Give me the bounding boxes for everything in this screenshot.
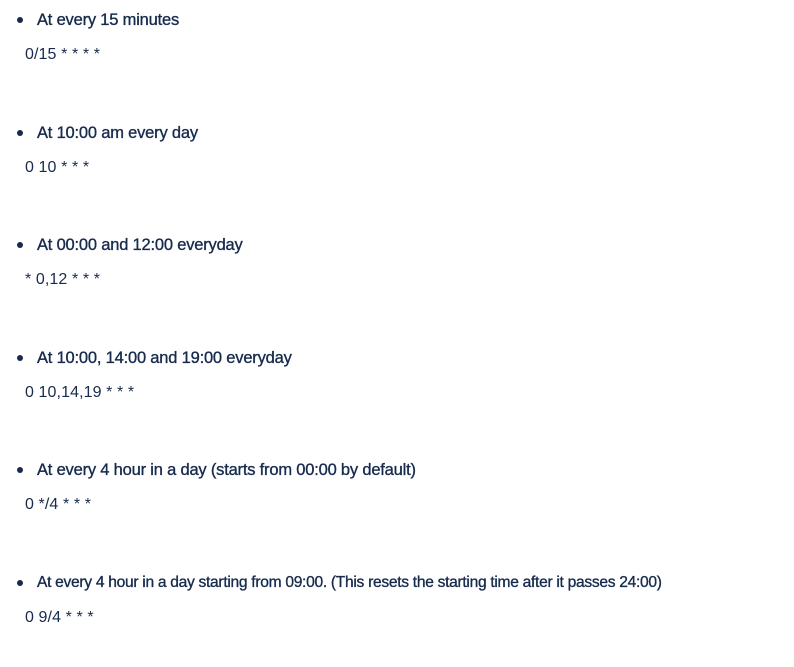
list-item: At 00:00 and 12:00 everyday * 0,12 * * * <box>0 233 794 288</box>
cron-expression: 0 9/4 * * * <box>25 609 94 626</box>
schedule-title: At every 4 hour in a day (starts from 00… <box>37 461 416 479</box>
list-item: At 10:00 am every day 0 10 * * * <box>0 121 794 176</box>
cron-expression: 0 */4 * * * <box>25 496 92 513</box>
cron-expression: 0 10,14,19 * * * <box>25 384 135 401</box>
bullet-icon <box>17 242 23 248</box>
list-item: At 10:00, 14:00 and 19:00 everyday 0 10,… <box>0 346 794 401</box>
cron-expression: 0 10 * * * <box>25 159 90 176</box>
bullet-icon <box>17 467 23 473</box>
list-item: At every 4 hour in a day starting from 0… <box>0 571 794 626</box>
list-item: At every 4 hour in a day (starts from 00… <box>0 458 794 513</box>
schedule-title: At every 4 hour in a day starting from 0… <box>37 574 662 591</box>
schedule-title: At 00:00 and 12:00 everyday <box>37 236 243 254</box>
bullet-icon <box>17 580 23 586</box>
cron-expression: * 0,12 * * * <box>25 271 101 288</box>
bullet-icon <box>17 130 23 136</box>
list-item: At every 15 minutes 0/15 * * * * <box>0 8 794 63</box>
schedule-title: At 10:00, 14:00 and 19:00 everyday <box>37 349 292 367</box>
bullet-icon <box>17 355 23 361</box>
bullet-icon <box>17 17 23 23</box>
schedule-title: At every 15 minutes <box>37 11 180 29</box>
schedule-title: At 10:00 am every day <box>37 124 198 142</box>
cron-expression: 0/15 * * * * <box>25 46 101 63</box>
